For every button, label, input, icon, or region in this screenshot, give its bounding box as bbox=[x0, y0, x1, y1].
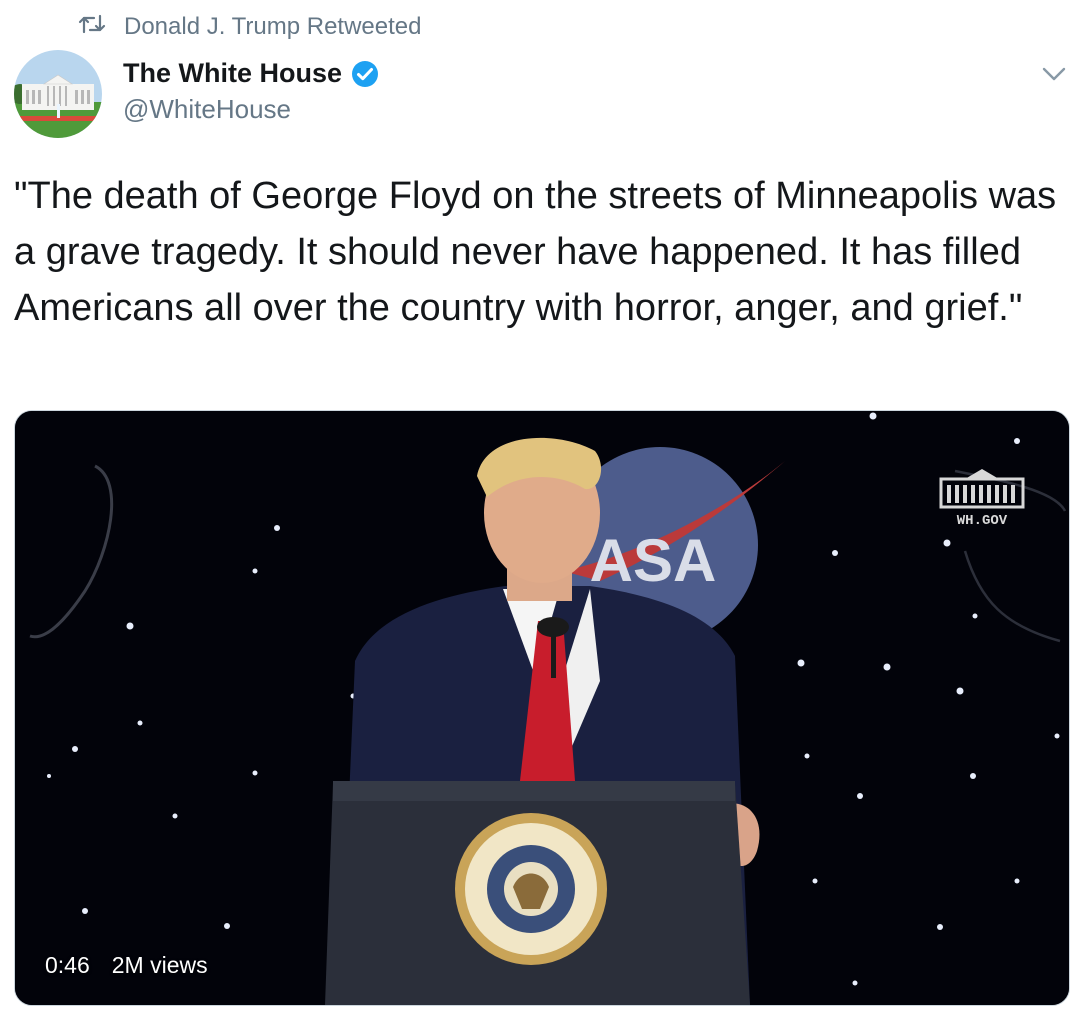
verified-badge-icon bbox=[350, 59, 380, 89]
retweet-context[interactable]: Donald J. Trump Retweeted bbox=[78, 10, 421, 44]
svg-text:ASA: ASA bbox=[590, 527, 717, 594]
video-meta: 0:46 2M views bbox=[45, 952, 208, 979]
chevron-down-icon[interactable] bbox=[1040, 60, 1068, 88]
video-frame: ASA WH.GOV bbox=[15, 411, 1069, 1005]
tweet-text: "The death of George Floyd on the street… bbox=[14, 175, 1057, 329]
retweet-label: Donald J. Trump Retweeted bbox=[124, 13, 422, 40]
author-handle[interactable]: @WhiteHouse bbox=[123, 94, 291, 125]
presidential-seal-icon bbox=[455, 813, 607, 965]
author-name-row[interactable]: The White House bbox=[123, 58, 380, 89]
video-player[interactable]: ASA WH.GOV 0:46 2M views bbox=[14, 410, 1070, 1006]
retweet-icon bbox=[78, 12, 106, 43]
author-name: The White House bbox=[123, 58, 343, 88]
video-views: 2M views bbox=[111, 952, 208, 978]
avatar[interactable] bbox=[14, 50, 102, 138]
video-duration: 0:46 bbox=[45, 952, 90, 978]
svg-text:WH.GOV: WH.GOV bbox=[957, 513, 1008, 529]
